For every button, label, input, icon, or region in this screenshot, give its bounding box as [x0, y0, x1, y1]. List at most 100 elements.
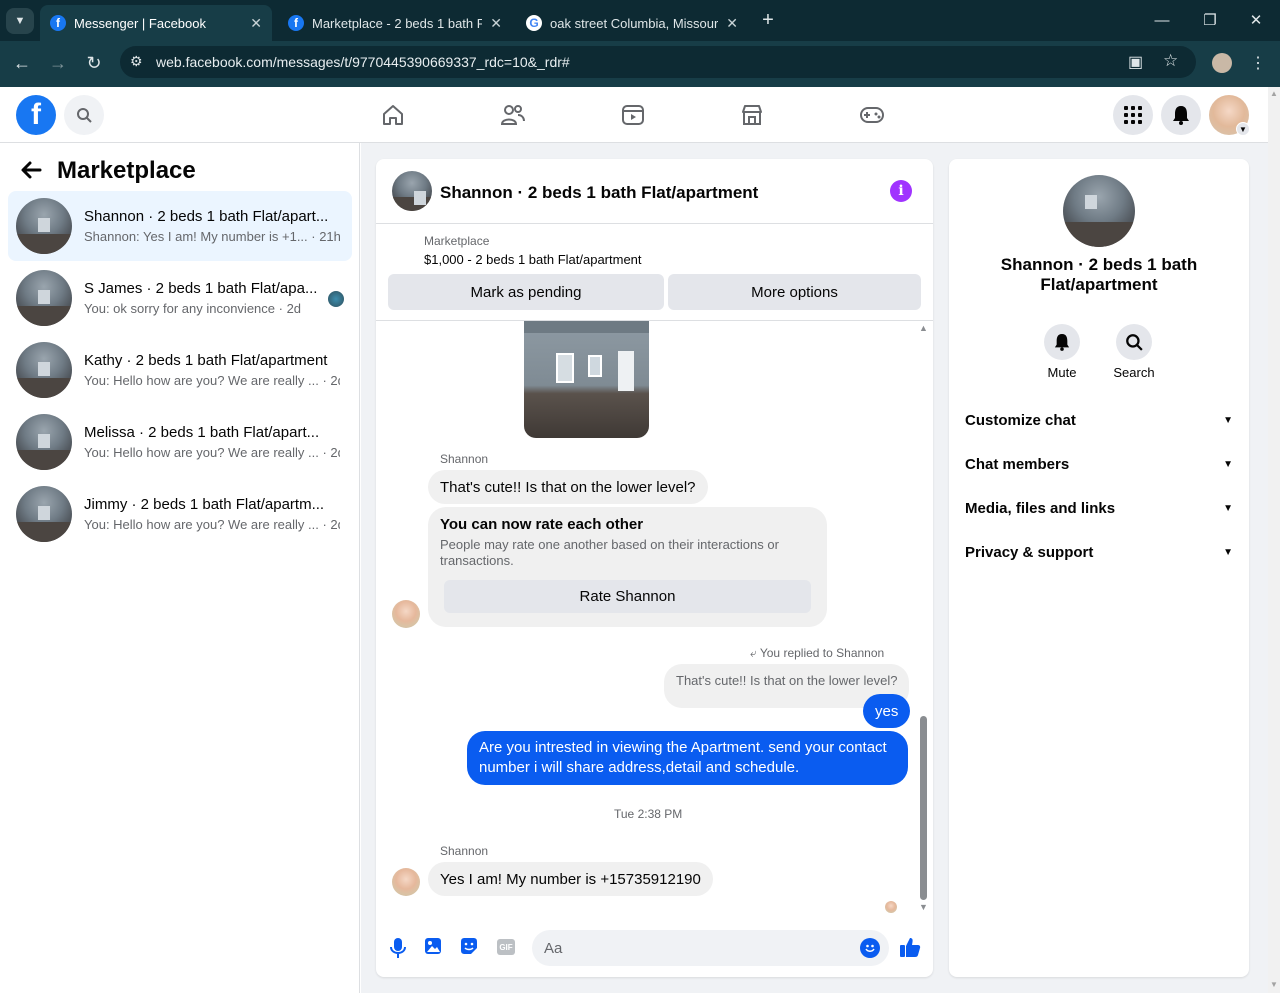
conversation-preview: You: Hello how are you? We are really ..…: [84, 445, 340, 460]
account-chevron-icon[interactable]: ▼: [1236, 122, 1250, 136]
close-icon[interactable]: ✕: [726, 15, 738, 32]
conversation-item[interactable]: Shannon · 2 beds 1 bath Flat/apart... Sh…: [8, 191, 352, 261]
incoming-message[interactable]: That's cute!! Is that on the lower level…: [428, 470, 708, 504]
home-nav[interactable]: [379, 101, 407, 129]
outgoing-message[interactable]: yes: [863, 694, 911, 728]
incoming-message[interactable]: Yes I am! My number is +15735912190: [428, 862, 713, 896]
chat-panel: Shannon · 2 beds 1 bath Flat/apartment i…: [376, 159, 933, 977]
back-button[interactable]: [20, 159, 44, 183]
browser-tab-bar: ▼ f Messenger | Facebook ✕ f Marketplace…: [0, 0, 1280, 41]
search-chat-button[interactable]: [1116, 324, 1152, 360]
emoji-icon: [865, 944, 875, 952]
tab-marketplace[interactable]: f Marketplace - 2 beds 1 bath Fla ✕: [278, 5, 512, 41]
notifications-button[interactable]: [1161, 95, 1201, 135]
outgoing-message[interactable]: Are you intrested in viewing the Apartme…: [467, 731, 908, 785]
emoji-button[interactable]: [860, 938, 880, 958]
info-listing-thumbnail[interactable]: [1063, 175, 1135, 247]
google-icon: G: [526, 15, 542, 31]
listing-text[interactable]: $1,000 - 2 beds 1 bath Flat/apartment: [424, 252, 642, 267]
chat-header-title[interactable]: Shannon · 2 beds 1 bath Flat/apartment: [440, 183, 758, 203]
tab-google[interactable]: G oak street Columbia, Missouri a ✕: [516, 5, 748, 41]
bell-icon: [1173, 106, 1189, 125]
url-text: web.facebook.com/messages/t/977044539066…: [156, 54, 570, 70]
media-files-links-row[interactable]: Media, files and links ▼: [965, 486, 1233, 530]
rate-button[interactable]: Rate Shannon: [444, 580, 811, 613]
conversation-item[interactable]: Jimmy · 2 beds 1 bath Flat/apartm... You…: [8, 479, 352, 549]
close-icon[interactable]: ✕: [250, 15, 262, 32]
profile-avatar-icon[interactable]: [1212, 53, 1232, 73]
close-icon[interactable]: ✕: [490, 15, 502, 32]
chat-header-thumbnail[interactable]: [392, 171, 432, 211]
marketplace-icon: [742, 105, 762, 125]
site-info-icon[interactable]: ⚙: [130, 53, 148, 71]
listing-label: Marketplace: [424, 234, 490, 248]
divider: [376, 223, 933, 224]
customize-chat-row[interactable]: Customize chat ▼: [965, 398, 1233, 442]
thumbs-up-icon: [900, 938, 921, 957]
microphone-icon: [390, 938, 406, 958]
scroll-thumb[interactable]: [920, 716, 927, 900]
voice-clip-button[interactable]: [388, 937, 408, 959]
rating-description: transactions.: [440, 553, 514, 568]
install-app-icon[interactable]: ▣: [1128, 52, 1143, 72]
scroll-up-icon[interactable]: ▲: [919, 323, 928, 333]
url-bar[interactable]: ⚙ web.facebook.com/messages/t/9770445390…: [120, 46, 1196, 78]
restore-icon[interactable]: ❐: [1200, 10, 1220, 30]
chevron-down-icon: ▼: [14, 15, 26, 27]
sticker-button[interactable]: [460, 937, 480, 957]
scroll-up-icon[interactable]: ▲: [1270, 89, 1278, 98]
facebook-logo[interactable]: f: [16, 95, 56, 135]
conversation-item[interactable]: S James · 2 beds 1 bath Flat/apa... You:…: [8, 263, 352, 333]
reload-icon[interactable]: ↻: [82, 51, 106, 75]
conversation-preview: You: Hello how are you? We are really ..…: [84, 517, 340, 532]
timestamp: Tue 2:38 PM: [614, 807, 683, 821]
listing-photo[interactable]: [524, 321, 649, 438]
rating-card: You can now rate each other People may r…: [428, 507, 827, 627]
close-window-icon[interactable]: ✕: [1246, 10, 1266, 30]
search-label: Search: [1113, 365, 1155, 380]
marketplace-nav[interactable]: [738, 101, 766, 129]
mute-button[interactable]: [1044, 324, 1080, 360]
scroll-down-icon[interactable]: ▼: [1270, 980, 1278, 989]
conversation-name: Melissa · 2 beds 1 bath Flat/apart...: [84, 424, 320, 441]
conversation-item[interactable]: Kathy · 2 beds 1 bath Flat/apartment You…: [8, 335, 352, 405]
mark-as-pending-button[interactable]: Mark as pending: [388, 274, 664, 310]
conversation-item[interactable]: Melissa · 2 beds 1 bath Flat/apart... Yo…: [8, 407, 352, 477]
bookmark-star-icon[interactable]: ☆: [1163, 51, 1178, 71]
contact-avatar[interactable]: [392, 868, 420, 896]
tab-messenger[interactable]: f Messenger | Facebook ✕: [40, 5, 272, 41]
privacy-support-row[interactable]: Privacy & support ▼: [965, 530, 1233, 574]
chat-info-panel: Shannon · 2 beds 1 bath Flat/apartment M…: [949, 159, 1249, 977]
like-button[interactable]: [899, 936, 923, 960]
friends-nav[interactable]: [499, 101, 527, 129]
watch-nav[interactable]: [619, 101, 647, 129]
tab-search-button[interactable]: ▼: [6, 8, 34, 34]
scroll-down-icon[interactable]: ▼: [919, 902, 928, 912]
search-button[interactable]: [64, 95, 104, 135]
back-icon[interactable]: ←: [10, 51, 34, 75]
minimize-icon[interactable]: —: [1152, 10, 1172, 30]
attach-photo-button[interactable]: [424, 937, 444, 957]
chat-scrollbar[interactable]: ▲ ▼: [917, 321, 931, 916]
sender-name: Shannon: [440, 844, 489, 858]
conversation-name: Kathy · 2 beds 1 bath Flat/apartment: [84, 352, 328, 369]
new-tab-button[interactable]: +: [756, 8, 780, 32]
forward-icon[interactable]: →: [46, 51, 70, 75]
conversation-name: Shannon · 2 beds 1 bath Flat/apart...: [84, 208, 329, 225]
read-receipt-avatar: [885, 901, 897, 913]
gaming-nav[interactable]: [858, 101, 886, 129]
info-button[interactable]: i: [890, 180, 912, 202]
bell-icon: [1054, 334, 1070, 351]
chevron-down-icon: ▼: [1223, 546, 1233, 558]
chrome-menu-icon[interactable]: ⋮: [1248, 52, 1268, 74]
page-scrollbar[interactable]: ▲ ▼: [1268, 87, 1280, 993]
listing-thumbnail: [16, 414, 72, 470]
facebook-icon: f: [288, 15, 304, 31]
menu-button[interactable]: [1113, 95, 1153, 135]
contact-avatar[interactable]: [392, 600, 420, 628]
gif-button[interactable]: GIF: [497, 939, 515, 955]
chat-members-row[interactable]: Chat members ▼: [965, 442, 1233, 486]
message-input[interactable]: Aa: [532, 930, 889, 966]
more-options-button[interactable]: More options: [668, 274, 921, 310]
reply-icon: ⤶: [750, 646, 757, 660]
